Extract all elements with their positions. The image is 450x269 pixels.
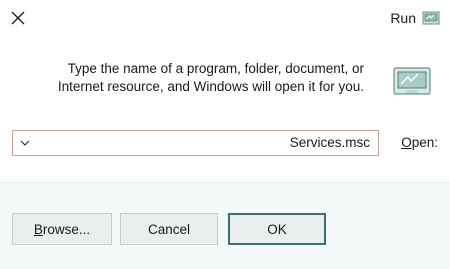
browse-accesskey: B bbox=[33, 221, 43, 237]
description-line-1: Type the name of a program, folder, docu… bbox=[67, 61, 364, 76]
run-app-icon bbox=[422, 10, 440, 26]
open-label: Open: bbox=[401, 135, 438, 150]
window-title-group: Run bbox=[390, 8, 440, 28]
open-label-rest: pen: bbox=[411, 135, 438, 150]
description-line-2: Internet resource, and Windows will open… bbox=[57, 79, 364, 94]
close-button[interactable] bbox=[0, 0, 36, 36]
ok-button[interactable]: OK bbox=[228, 213, 326, 245]
run-program-icon bbox=[392, 64, 432, 98]
description-text: Type the name of a program, folder, docu… bbox=[24, 60, 364, 96]
run-dialog: Run Type the name of a program, folder, … bbox=[0, 0, 450, 269]
open-row: Services.msc Open: bbox=[0, 128, 450, 160]
open-input-value[interactable]: Services.msc bbox=[290, 131, 370, 155]
description-row: Type the name of a program, folder, docu… bbox=[0, 60, 450, 106]
browse-button[interactable]: Browse... bbox=[12, 213, 112, 245]
window-title: Run bbox=[390, 10, 416, 26]
browse-label-rest: rowse... bbox=[42, 221, 91, 237]
title-bar: Run bbox=[0, 0, 450, 36]
cancel-button[interactable]: Cancel bbox=[120, 213, 218, 245]
chevron-down-icon[interactable] bbox=[17, 131, 33, 155]
close-icon bbox=[11, 11, 25, 25]
open-combobox[interactable]: Services.msc bbox=[12, 130, 379, 156]
button-footer: Browse... Cancel OK bbox=[0, 182, 450, 269]
open-label-accesskey: O bbox=[401, 135, 412, 150]
